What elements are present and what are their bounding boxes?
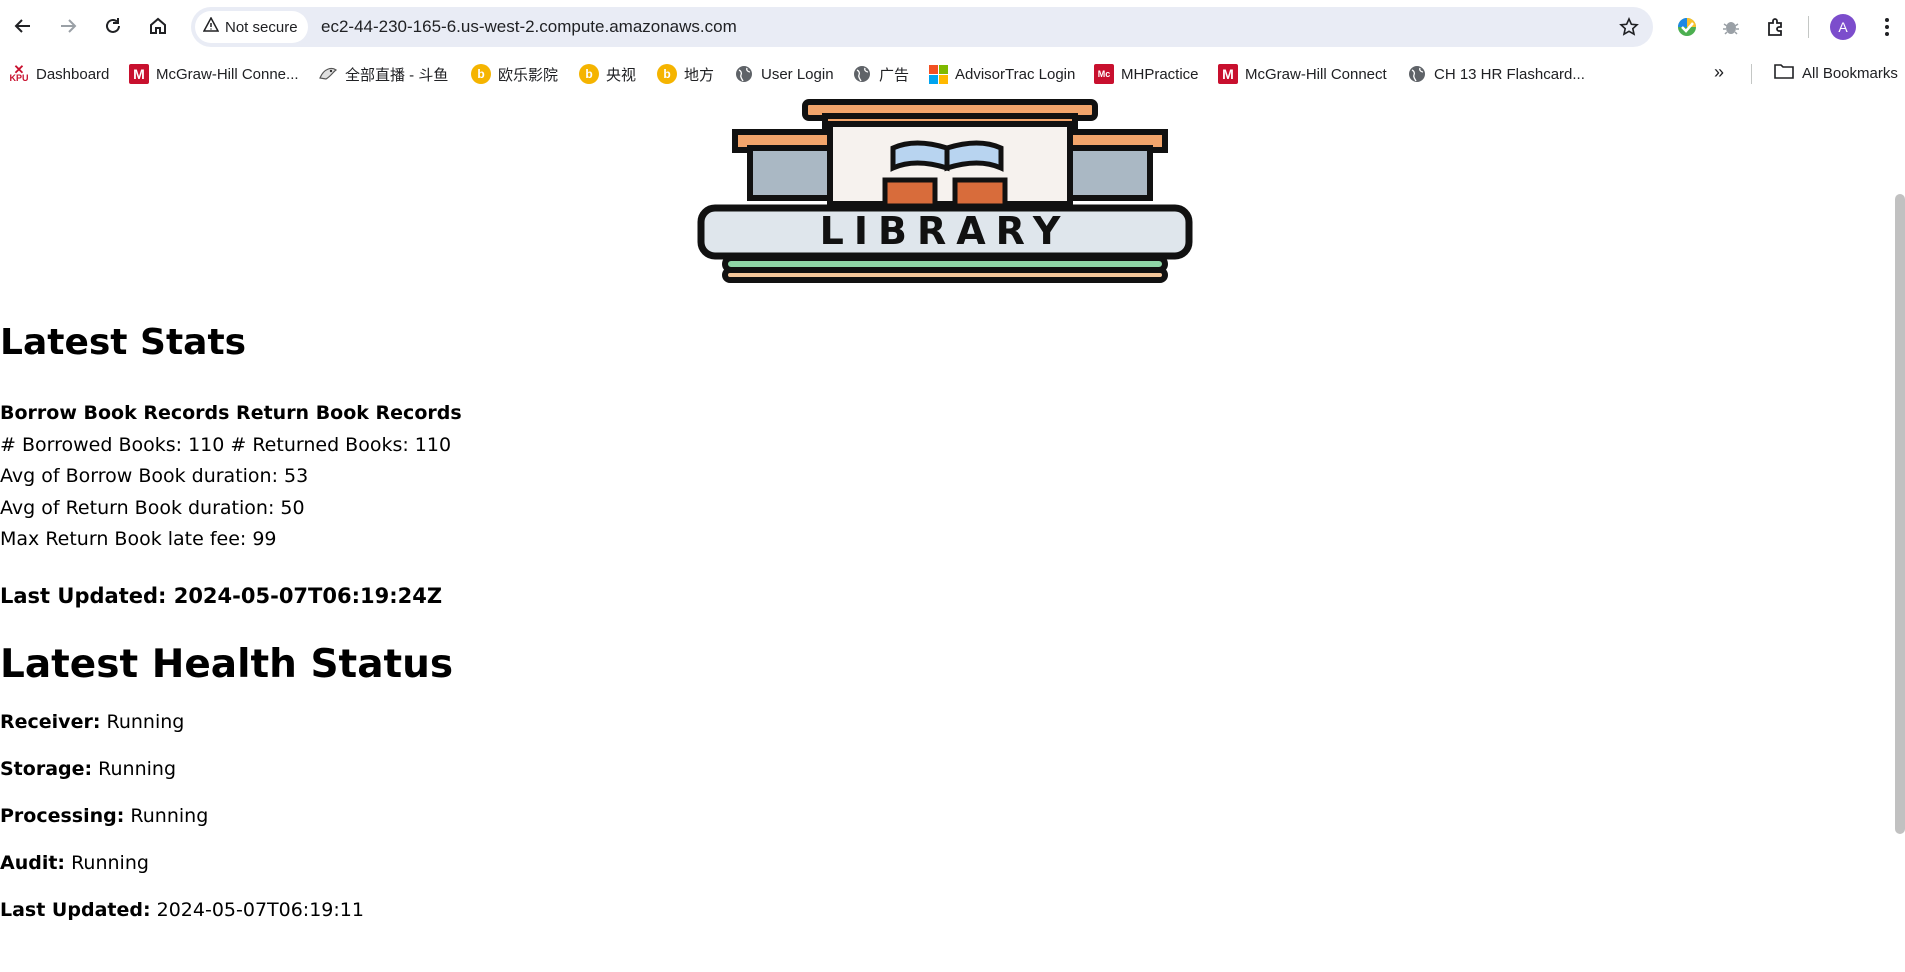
home-icon[interactable] bbox=[142, 10, 174, 42]
bookmark-advisortrac-login[interactable]: AdvisorTrac Login bbox=[929, 63, 1075, 85]
health-receiver: Receiver: Running bbox=[0, 711, 1890, 733]
stats-avg-borrow: Avg of Borrow Book duration: 53 bbox=[0, 465, 309, 487]
coin-icon: b bbox=[471, 64, 491, 84]
extension-color-icon[interactable] bbox=[1672, 12, 1702, 42]
health-label: Storage: bbox=[0, 758, 93, 780]
puzzle-icon[interactable] bbox=[1760, 12, 1790, 42]
mcgraw-hill-education-icon: Mc bbox=[1094, 64, 1114, 84]
profile-avatar[interactable]: A bbox=[1830, 14, 1856, 40]
stats-title: Latest Stats bbox=[0, 322, 247, 363]
health-storage: Storage: Running bbox=[0, 758, 1890, 780]
health-last-updated: Last Updated: 2024-05-07T06:19:11 bbox=[0, 899, 1890, 921]
logo-text: LIBRARY bbox=[820, 209, 1071, 253]
health-title: Latest Health Status bbox=[0, 642, 454, 687]
bookmark-label: 广告 bbox=[879, 66, 910, 84]
page-scrollbar[interactable] bbox=[1895, 194, 1905, 834]
stats-counts: # Borrowed Books: 110 # Returned Books: … bbox=[0, 434, 452, 456]
health-value: Running bbox=[106, 711, 185, 733]
stats-max-fee: Max Return Book late fee: 99 bbox=[0, 528, 277, 550]
bug-icon[interactable] bbox=[1716, 12, 1746, 42]
health-audit: Audit: Running bbox=[0, 852, 1890, 874]
bookmarks-divider bbox=[1751, 64, 1752, 84]
health-label: Processing: bbox=[0, 805, 125, 827]
toolbar-divider bbox=[1808, 16, 1809, 38]
reload-icon[interactable] bbox=[97, 10, 129, 42]
globe-icon bbox=[852, 64, 872, 84]
bookmark-label: Dashboard bbox=[36, 65, 110, 83]
coin-icon: b bbox=[657, 64, 677, 84]
bookmark-mhpractice[interactable]: Mc MHPractice bbox=[1094, 63, 1199, 85]
health-value: 2024-05-07T06:19:11 bbox=[156, 899, 364, 921]
bookmark-douyu[interactable]: 全部直播 - 斗鱼 bbox=[318, 63, 448, 85]
stats-header: Borrow Book Records Return Book Records bbox=[0, 402, 462, 424]
bookmark-label: McGraw-Hill Conne... bbox=[156, 65, 299, 83]
bookmark-label: 全部直播 - 斗鱼 bbox=[345, 66, 449, 84]
security-chip[interactable]: Not secure bbox=[195, 11, 308, 43]
kebab-menu-icon[interactable] bbox=[1872, 12, 1902, 42]
bookmark-label: AdvisorTrac Login bbox=[955, 65, 1076, 83]
folder-icon bbox=[1774, 63, 1794, 83]
url-text[interactable]: ec2-44-230-165-6.us-west-2.compute.amazo… bbox=[321, 7, 737, 47]
bookmark-dashboard[interactable]: ✕ KPU Dashboard bbox=[9, 63, 109, 85]
browser-toolbar: Not secure ec2-44-230-165-6.us-west-2.co… bbox=[0, 0, 1905, 54]
health-label: Last Updated: bbox=[0, 899, 151, 921]
bookmark-label: MHPractice bbox=[1121, 65, 1199, 83]
bookmark-ads[interactable]: 广告 bbox=[852, 63, 909, 85]
health-label: Audit: bbox=[0, 852, 66, 874]
bookmark-user-login[interactable]: User Login bbox=[734, 63, 834, 85]
mcgraw-hill-icon: M bbox=[129, 64, 149, 84]
health-processing: Processing: Running bbox=[0, 805, 1890, 827]
page-content: LIBRARY Latest Stats Borrow Book Records… bbox=[0, 94, 1905, 972]
coin-icon: b bbox=[579, 64, 599, 84]
bookmark-label: 欧乐影院 bbox=[498, 66, 559, 84]
globe-icon bbox=[734, 64, 754, 84]
library-logo: LIBRARY bbox=[697, 99, 1193, 283]
bookmark-label: User Login bbox=[761, 65, 834, 83]
health-label: Receiver: bbox=[0, 711, 101, 733]
forward-icon[interactable] bbox=[52, 10, 84, 42]
bookmark-label: CH 13 HR Flashcard... bbox=[1434, 65, 1585, 83]
all-bookmarks-label: All Bookmarks bbox=[1802, 64, 1898, 82]
all-bookmarks-button[interactable]: All Bookmarks bbox=[1774, 63, 1898, 83]
warning-icon bbox=[202, 16, 220, 37]
bookmarks-bar: ✕ KPU Dashboard M McGraw-Hill Conne... 全部… bbox=[0, 54, 1905, 94]
mcgraw-hill-icon: M bbox=[1218, 64, 1238, 84]
globe-icon bbox=[1407, 64, 1427, 84]
address-bar[interactable]: Not secure ec2-44-230-165-6.us-west-2.co… bbox=[191, 7, 1653, 47]
star-icon[interactable] bbox=[1615, 13, 1643, 41]
bookmark-label: 地方 bbox=[684, 66, 715, 84]
kpu-logo-icon: ✕ KPU bbox=[9, 62, 29, 83]
bookmark-cctv[interactable]: b 央视 bbox=[579, 63, 636, 85]
microsoft-logo-icon bbox=[929, 64, 948, 84]
health-value: Running bbox=[71, 852, 149, 874]
bookmark-oule[interactable]: b 欧乐影院 bbox=[471, 63, 558, 85]
back-icon[interactable] bbox=[7, 10, 39, 42]
bookmark-mcgraw-hill-conne[interactable]: M McGraw-Hill Conne... bbox=[129, 63, 299, 85]
health-value: Running bbox=[98, 758, 177, 780]
douyu-fish-icon bbox=[318, 64, 338, 84]
stats-last-updated: Last Updated: 2024-05-07T06:19:24Z bbox=[0, 584, 443, 608]
bookmark-ch13-hr-flashcards[interactable]: CH 13 HR Flashcard... bbox=[1407, 63, 1585, 85]
security-label: Not secure bbox=[225, 18, 298, 36]
bookmark-local[interactable]: b 地方 bbox=[657, 63, 714, 85]
bookmark-mcgraw-hill-connect[interactable]: M McGraw-Hill Connect bbox=[1218, 63, 1387, 85]
stats-avg-return: Avg of Return Book duration: 50 bbox=[0, 497, 305, 519]
health-value: Running bbox=[130, 805, 209, 827]
bookmark-label: 央视 bbox=[606, 66, 637, 84]
bookmark-label: McGraw-Hill Connect bbox=[1245, 65, 1387, 83]
bookmarks-overflow-button[interactable]: » bbox=[1714, 62, 1724, 83]
